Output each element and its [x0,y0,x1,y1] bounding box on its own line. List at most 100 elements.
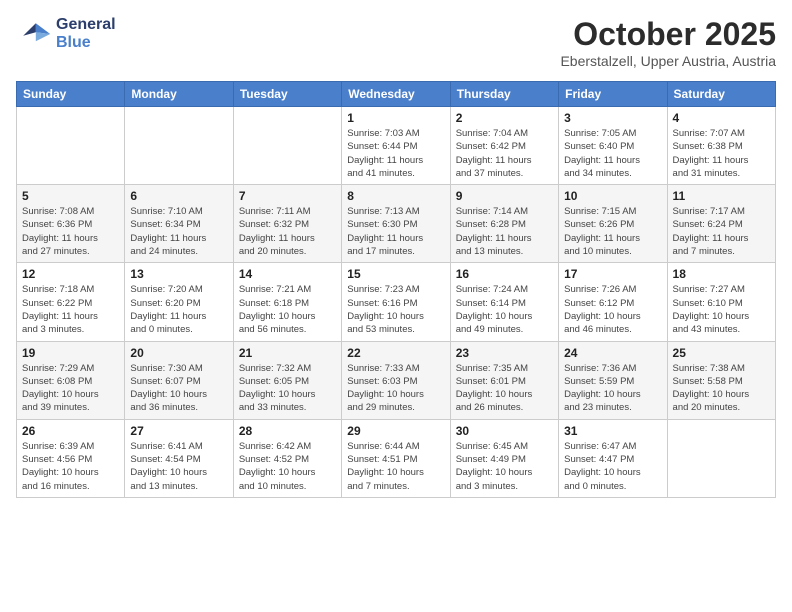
calendar-cell: 24Sunrise: 7:36 AMSunset: 5:59 PMDayligh… [559,341,667,419]
day-number: 27 [130,424,227,438]
calendar-cell [667,419,775,497]
day-number: 4 [673,111,770,125]
page-header: General Blue October 2025 Eberstalzell, … [16,16,776,69]
calendar-cell: 31Sunrise: 6:47 AMSunset: 4:47 PMDayligh… [559,419,667,497]
day-info: Sunrise: 6:47 AMSunset: 4:47 PMDaylight:… [564,440,661,493]
weekday-header: Sunday [17,82,125,107]
title-section: October 2025 Eberstalzell, Upper Austria… [560,16,776,69]
day-info: Sunrise: 7:10 AMSunset: 6:34 PMDaylight:… [130,205,227,258]
day-number: 2 [456,111,553,125]
calendar-cell: 22 Sunrise: 7:33 AMSunset: 6:03 PMDayligh… [342,341,450,419]
day-number: 19 [22,346,119,360]
calendar-cell: 2 Sunrise: 7:04 AMSunset: 6:42 PMDaylight… [450,107,558,185]
day-info: Sunrise: 7:15 AMSunset: 6:26 PMDaylight:… [564,205,661,258]
day-number: 20 [130,346,227,360]
calendar-cell: 8 Sunrise: 7:13 AMSunset: 6:30 PMDaylight… [342,185,450,263]
day-number: 17 [564,267,661,281]
day-info: Sunrise: 7:27 AMSunset: 6:10 PMDaylight:… [673,283,770,336]
day-number: 8 [347,189,444,203]
day-info: Sunrise: 7:05 AMSunset: 6:40 PMDaylight:… [564,127,661,180]
day-number: 23 [456,346,553,360]
day-number: 28 [239,424,336,438]
day-number: 6 [130,189,227,203]
calendar-cell: 17 Sunrise: 7:26 AMSunset: 6:12 PMDayligh… [559,263,667,341]
calendar-cell: 15 Sunrise: 7:23 AMSunset: 6:16 PMDayligh… [342,263,450,341]
weekday-header: Wednesday [342,82,450,107]
day-info: Sunrise: 7:20 AMSunset: 6:20 PMDaylight:… [130,283,227,336]
day-number: 25 [673,346,770,360]
weekday-header: Friday [559,82,667,107]
day-number: 11 [673,189,770,203]
calendar-week-row: 19 Sunrise: 7:29 AMSunset: 6:08 PMDayligh… [17,341,776,419]
day-info: Sunrise: 7:18 AMSunset: 6:22 PMDaylight:… [22,283,119,336]
calendar-cell: 7 Sunrise: 7:11 AMSunset: 6:32 PMDaylight… [233,185,341,263]
day-number: 9 [456,189,553,203]
day-number: 15 [347,267,444,281]
day-number: 12 [22,267,119,281]
day-number: 1 [347,111,444,125]
calendar-cell: 9Sunrise: 7:14 AMSunset: 6:28 PMDaylight… [450,185,558,263]
logo-icon [16,16,52,52]
day-info: Sunrise: 7:13 AMSunset: 6:30 PMDaylight:… [347,205,444,258]
day-info: Sunrise: 7:32 AMSunset: 6:05 PMDaylight:… [239,362,336,415]
day-info: Sunrise: 7:17 AMSunset: 6:24 PMDaylight:… [673,205,770,258]
calendar-cell: 3 Sunrise: 7:05 AMSunset: 6:40 PMDaylight… [559,107,667,185]
calendar-cell [125,107,233,185]
calendar-week-row: 1 Sunrise: 7:03 AMSunset: 6:44 PMDaylight… [17,107,776,185]
calendar-cell: 27Sunrise: 6:41 AMSunset: 4:54 PMDayligh… [125,419,233,497]
day-info: Sunrise: 6:45 AMSunset: 4:49 PMDaylight:… [456,440,553,493]
day-info: Sunrise: 7:03 AMSunset: 6:44 PMDaylight:… [347,127,444,180]
calendar-cell: 12 Sunrise: 7:18 AMSunset: 6:22 PMDayligh… [17,263,125,341]
day-number: 14 [239,267,336,281]
day-info: Sunrise: 7:08 AMSunset: 6:36 PMDaylight:… [22,205,119,258]
day-info: Sunrise: 7:24 AMSunset: 6:14 PMDaylight:… [456,283,553,336]
calendar-cell: 19 Sunrise: 7:29 AMSunset: 6:08 PMDayligh… [17,341,125,419]
weekday-header: Tuesday [233,82,341,107]
day-info: Sunrise: 7:35 AMSunset: 6:01 PMDaylight:… [456,362,553,415]
day-number: 24 [564,346,661,360]
day-info: Sunrise: 7:38 AMSunset: 5:58 PMDaylight:… [673,362,770,415]
calendar-cell: 11 Sunrise: 7:17 AMSunset: 6:24 PMDayligh… [667,185,775,263]
day-number: 26 [22,424,119,438]
calendar-cell: 30 Sunrise: 6:45 AMSunset: 4:49 PMDayligh… [450,419,558,497]
calendar-week-row: 5Sunrise: 7:08 AMSunset: 6:36 PMDaylight… [17,185,776,263]
weekday-header: Saturday [667,82,775,107]
calendar-cell: 23 Sunrise: 7:35 AMSunset: 6:01 PMDayligh… [450,341,558,419]
day-number: 7 [239,189,336,203]
day-info: Sunrise: 7:33 AMSunset: 6:03 PMDaylight:… [347,362,444,415]
calendar-week-row: 12 Sunrise: 7:18 AMSunset: 6:22 PMDayligh… [17,263,776,341]
calendar-cell: 20 Sunrise: 7:30 AMSunset: 6:07 PMDayligh… [125,341,233,419]
calendar-week-row: 26 Sunrise: 6:39 AMSunset: 4:56 PMDayligh… [17,419,776,497]
day-info: Sunrise: 6:42 AMSunset: 4:52 PMDaylight:… [239,440,336,493]
calendar-cell: 25 Sunrise: 7:38 AMSunset: 5:58 PMDayligh… [667,341,775,419]
day-info: Sunrise: 7:11 AMSunset: 6:32 PMDaylight:… [239,205,336,258]
weekday-header: Thursday [450,82,558,107]
day-number: 3 [564,111,661,125]
calendar-cell: 18Sunrise: 7:27 AMSunset: 6:10 PMDayligh… [667,263,775,341]
day-info: Sunrise: 7:21 AMSunset: 6:18 PMDaylight:… [239,283,336,336]
day-info: Sunrise: 7:04 AMSunset: 6:42 PMDaylight:… [456,127,553,180]
month-title: October 2025 [560,16,776,53]
calendar-table: SundayMondayTuesdayWednesdayThursdayFrid… [16,81,776,498]
day-info: Sunrise: 7:26 AMSunset: 6:12 PMDaylight:… [564,283,661,336]
calendar-cell: 14 Sunrise: 7:21 AMSunset: 6:18 PMDayligh… [233,263,341,341]
calendar-cell [17,107,125,185]
logo-text: General Blue [56,16,116,52]
day-number: 10 [564,189,661,203]
calendar-cell [233,107,341,185]
day-info: Sunrise: 7:30 AMSunset: 6:07 PMDaylight:… [130,362,227,415]
day-info: Sunrise: 7:29 AMSunset: 6:08 PMDaylight:… [22,362,119,415]
day-info: Sunrise: 7:23 AMSunset: 6:16 PMDaylight:… [347,283,444,336]
calendar-cell: 26 Sunrise: 6:39 AMSunset: 4:56 PMDayligh… [17,419,125,497]
day-number: 30 [456,424,553,438]
calendar-cell: 28 Sunrise: 6:42 AMSunset: 4:52 PMDayligh… [233,419,341,497]
calendar-cell: 1 Sunrise: 7:03 AMSunset: 6:44 PMDaylight… [342,107,450,185]
calendar-cell: 5Sunrise: 7:08 AMSunset: 6:36 PMDaylight… [17,185,125,263]
day-number: 22 [347,346,444,360]
calendar-cell: 16Sunrise: 7:24 AMSunset: 6:14 PMDayligh… [450,263,558,341]
calendar-cell: 4Sunrise: 7:07 AMSunset: 6:38 PMDaylight… [667,107,775,185]
location: Eberstalzell, Upper Austria, Austria [560,53,776,69]
weekday-header-row: SundayMondayTuesdayWednesdayThursdayFrid… [17,82,776,107]
day-info: Sunrise: 6:39 AMSunset: 4:56 PMDaylight:… [22,440,119,493]
calendar-cell: 6 Sunrise: 7:10 AMSunset: 6:34 PMDaylight… [125,185,233,263]
